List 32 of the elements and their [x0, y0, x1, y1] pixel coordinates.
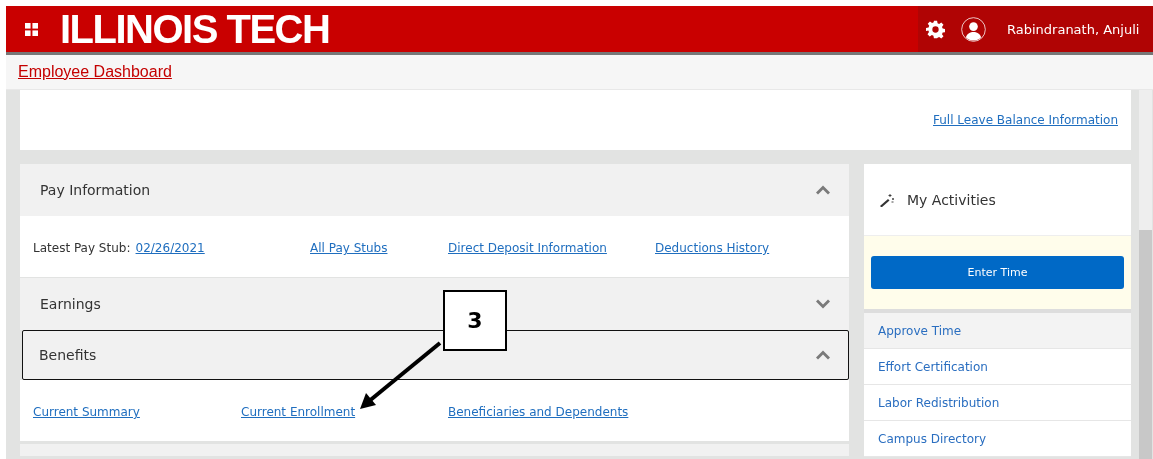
field-label: Latest Pay Stub: — [33, 241, 131, 255]
panel-title: My Activities — [907, 191, 996, 208]
activity-link[interactable]: Campus Directory — [864, 421, 1131, 457]
chevron-down-icon[interactable] — [816, 299, 830, 309]
settings-icon[interactable] — [926, 19, 945, 39]
section-link[interactable]: Direct Deposit Information — [448, 241, 607, 255]
section-link[interactable]: All Pay Stubs — [310, 241, 388, 255]
apps-grid-icon[interactable] — [25, 22, 38, 36]
logo-text: ILLINOIS TECH — [60, 6, 330, 52]
magic-wand-icon — [879, 192, 895, 207]
section-link[interactable]: Beneficiaries and Dependents — [448, 405, 629, 419]
section-title: Pay Information — [40, 182, 151, 198]
leave-balance-link[interactable]: Full Leave Balance Information — [933, 113, 1118, 127]
section-title: Benefits — [39, 347, 97, 363]
enter-time-button[interactable]: Enter Time — [871, 256, 1124, 289]
section-title: Earnings — [40, 296, 101, 312]
activity-link[interactable]: Approve Time — [864, 313, 1131, 349]
section-link[interactable]: Deductions History — [655, 241, 770, 255]
chevron-up-icon[interactable] — [816, 350, 830, 360]
section-header[interactable]: Pay Information — [20, 164, 849, 216]
scrollbar[interactable] — [1139, 90, 1152, 459]
breadcrumb-link[interactable]: Employee Dashboard — [18, 63, 172, 81]
activity-link[interactable]: Labor Redistribution — [864, 385, 1131, 421]
user-avatar-icon[interactable] — [961, 16, 986, 42]
section-link[interactable]: Current Summary — [33, 405, 140, 419]
chevron-up-icon[interactable] — [816, 185, 830, 195]
section-link[interactable]: Current Enrollment — [241, 405, 356, 419]
date-link[interactable]: 02/26/2021 — [135, 241, 205, 255]
section-header[interactable]: Benefits — [22, 330, 849, 380]
step-number-callout: 3 — [443, 290, 507, 351]
activity-link[interactable]: Effort Certification — [864, 349, 1131, 385]
user-name[interactable]: Rabindranath, Anjuli — [1007, 21, 1140, 37]
